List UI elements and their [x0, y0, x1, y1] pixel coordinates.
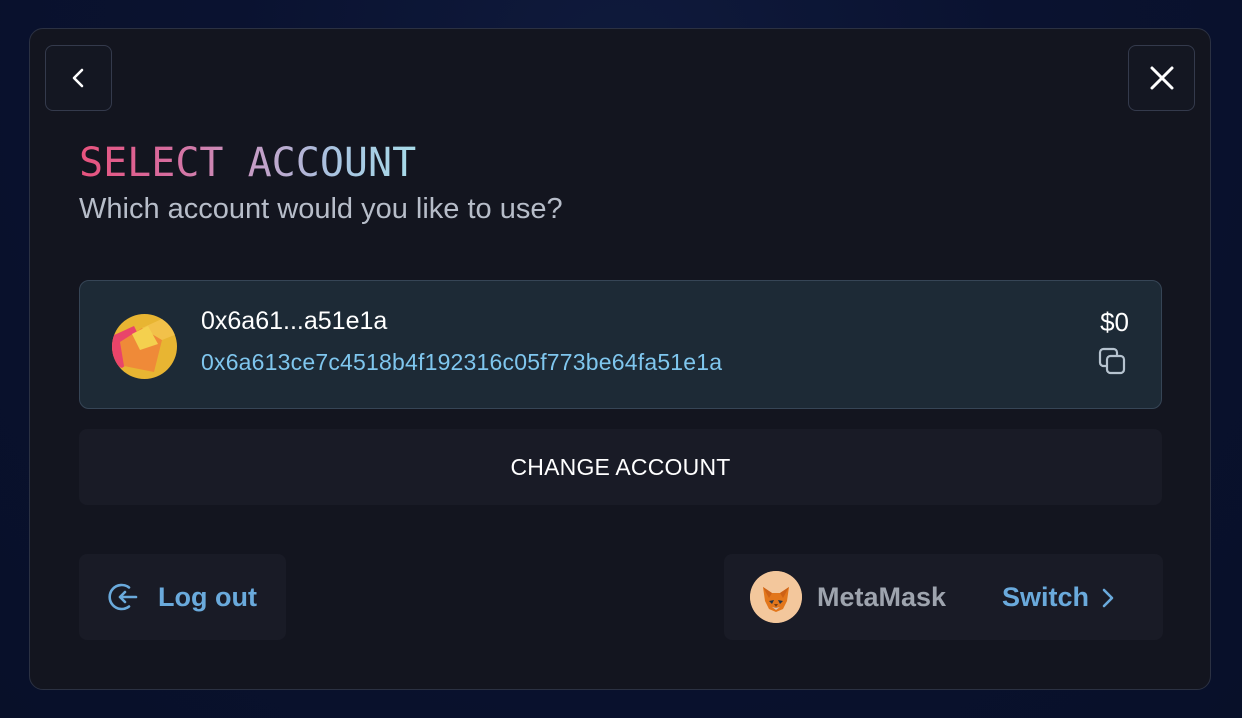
chevron-right-icon: [1102, 588, 1114, 607]
switch-label: Switch: [1002, 582, 1090, 612]
metamask-fox-icon: [750, 571, 802, 623]
close-button[interactable]: [1128, 45, 1195, 111]
page-subtitle: Which account would you like to use?: [79, 193, 563, 225]
account-avatar: [112, 314, 177, 379]
account-full-address: 0x6a613ce7c4518b4f192316c05f773be64fa51e…: [201, 349, 723, 375]
change-account-button[interactable]: CHANGE ACCOUNT: [79, 429, 1162, 505]
selected-account-card[interactable]: 0x6a61...a51e1a 0x6a613ce7c4518b4f192316…: [79, 280, 1162, 409]
logout-icon: [108, 583, 138, 611]
chevron-left-icon: [72, 68, 83, 88]
title-part-account: ACCOUNT: [247, 140, 417, 186]
switch-wallet-button[interactable]: Switch: [1002, 582, 1115, 613]
account-short-address: 0x6a61...a51e1a: [201, 307, 388, 335]
back-button[interactable]: [45, 45, 112, 111]
wallet-name: MetaMask: [817, 582, 947, 612]
logout-button[interactable]: Log out: [79, 554, 286, 640]
page-title: SELECT ACCOUNT: [79, 140, 416, 186]
select-account-modal: SELECT ACCOUNT Which account would you l…: [29, 28, 1211, 690]
connected-wallet: MetaMask Switch: [724, 554, 1163, 640]
logout-label: Log out: [158, 581, 257, 612]
account-balance: $0: [1100, 307, 1129, 337]
copy-icon[interactable]: [1097, 346, 1127, 376]
title-part-select: SELECT: [79, 140, 224, 186]
close-icon: [1150, 66, 1173, 90]
